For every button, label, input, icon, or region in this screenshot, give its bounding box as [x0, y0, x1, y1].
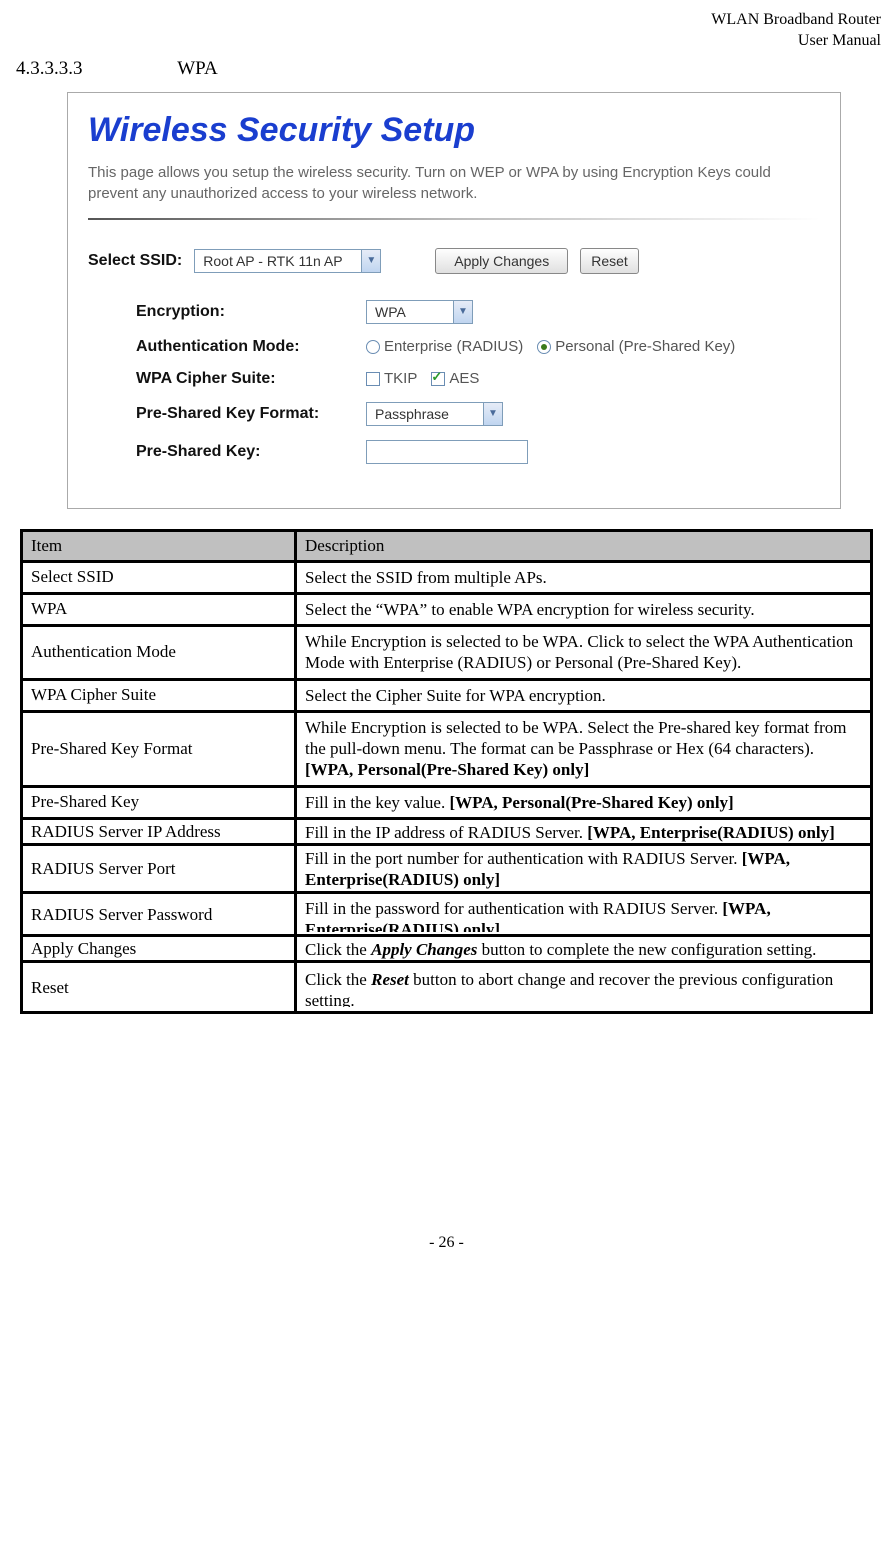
table-row: Pre-Shared Key Format While Encryption i… — [23, 710, 870, 785]
cell-item: RADIUS Server Port — [23, 843, 297, 891]
cell-desc: Select the “WPA” to enable WPA encryptio… — [297, 592, 870, 624]
section-number: 4.3.3.3.3 — [16, 58, 83, 80]
psk-label: Pre-Shared Key: — [136, 443, 366, 461]
cell-desc: Fill in the password for authentication … — [297, 891, 870, 934]
cell-item: WPA Cipher Suite — [23, 678, 297, 710]
section-title: WPA — [177, 58, 217, 80]
embedded-screenshot: Wireless Security Setup This page allows… — [67, 92, 841, 509]
cell-item: Authentication Mode — [23, 624, 297, 678]
cell-desc: Select the Cipher Suite for WPA encrypti… — [297, 678, 870, 710]
psk-format-dropdown[interactable]: Passphrase ▼ — [366, 402, 503, 426]
auth-mode-label: Authentication Mode: — [136, 338, 366, 356]
header-description: Description — [297, 532, 870, 560]
cell-desc: Fill in the port number for authenticati… — [297, 843, 870, 891]
table-row: Reset Click the Reset button to abort ch… — [23, 960, 870, 1011]
table-row: WPA Select the “WPA” to enable WPA encry… — [23, 592, 870, 624]
header-line-2: User Manual — [798, 32, 881, 49]
tkip-label: TKIP — [384, 370, 417, 387]
psk-format-value: Passphrase — [367, 406, 483, 422]
document-header: WLAN Broadband Router User Manual — [12, 10, 881, 52]
encryption-dropdown[interactable]: WPA ▼ — [366, 300, 473, 324]
select-ssid-dropdown[interactable]: Root AP - RTK 11n AP ▼ — [194, 249, 381, 273]
auth-personal-label: Personal (Pre-Shared Key) — [555, 338, 735, 355]
cell-item: Select SSID — [23, 560, 297, 592]
apply-changes-button[interactable]: Apply Changes — [435, 248, 568, 274]
table-row: WPA Cipher Suite Select the Cipher Suite… — [23, 678, 870, 710]
cipher-label: WPA Cipher Suite: — [136, 370, 366, 388]
auth-radius-radio[interactable] — [366, 340, 380, 354]
table-row: RADIUS Server IP Address Fill in the IP … — [23, 817, 870, 843]
description-table: Item Description Select SSID Select the … — [20, 529, 873, 1014]
page-number: - 26 - — [12, 1234, 881, 1252]
cell-item: RADIUS Server IP Address — [23, 817, 297, 843]
encryption-label: Encryption: — [136, 303, 366, 321]
cell-desc: Fill in the IP address of RADIUS Server.… — [297, 817, 870, 843]
table-row: Authentication Mode While Encryption is … — [23, 624, 870, 678]
chevron-down-icon: ▼ — [453, 301, 472, 323]
psk-input[interactable] — [366, 440, 528, 464]
reset-button[interactable]: Reset — [580, 248, 639, 274]
table-row: Apply Changes Click the Apply Changes bu… — [23, 934, 870, 960]
auth-personal-radio[interactable] — [537, 340, 551, 354]
cell-desc: Fill in the key value. [WPA, Personal(Pr… — [297, 785, 870, 817]
cell-item: Pre-Shared Key Format — [23, 710, 297, 785]
cell-item: Apply Changes — [23, 934, 297, 960]
aes-label: AES — [449, 370, 479, 387]
page-description: This page allows you setup the wireless … — [88, 162, 820, 204]
encryption-value: WPA — [367, 304, 453, 320]
divider — [88, 218, 820, 220]
cell-desc: While Encryption is selected to be WPA. … — [297, 624, 870, 678]
cell-item: Pre-Shared Key — [23, 785, 297, 817]
select-ssid-value: Root AP - RTK 11n AP — [195, 253, 361, 269]
cell-item: RADIUS Server Password — [23, 891, 297, 934]
auth-radius-label: Enterprise (RADIUS) — [384, 338, 523, 355]
header-line-1: WLAN Broadband Router — [711, 11, 881, 28]
cell-desc: While Encryption is selected to be WPA. … — [297, 710, 870, 785]
header-item: Item — [23, 532, 297, 560]
cell-desc: Click the Reset button to abort change a… — [297, 960, 870, 1011]
cell-desc: Click the Apply Changes button to comple… — [297, 934, 870, 960]
table-row: RADIUS Server Password Fill in the passw… — [23, 891, 870, 934]
chevron-down-icon: ▼ — [483, 403, 502, 425]
section-heading: 4.3.3.3.3 WPA — [12, 58, 881, 80]
cell-item: Reset — [23, 960, 297, 1011]
table-row: Pre-Shared Key Fill in the key value. [W… — [23, 785, 870, 817]
page-title: Wireless Security Setup — [88, 111, 820, 150]
psk-format-label: Pre-Shared Key Format: — [136, 405, 366, 423]
chevron-down-icon: ▼ — [361, 250, 380, 272]
select-ssid-label: Select SSID: — [88, 252, 182, 270]
table-row: Select SSID Select the SSID from multipl… — [23, 560, 870, 592]
aes-checkbox[interactable] — [431, 372, 445, 386]
table-row: RADIUS Server Port Fill in the port numb… — [23, 843, 870, 891]
tkip-checkbox[interactable] — [366, 372, 380, 386]
cell-desc: Select the SSID from multiple APs. — [297, 560, 870, 592]
cell-item: WPA — [23, 592, 297, 624]
